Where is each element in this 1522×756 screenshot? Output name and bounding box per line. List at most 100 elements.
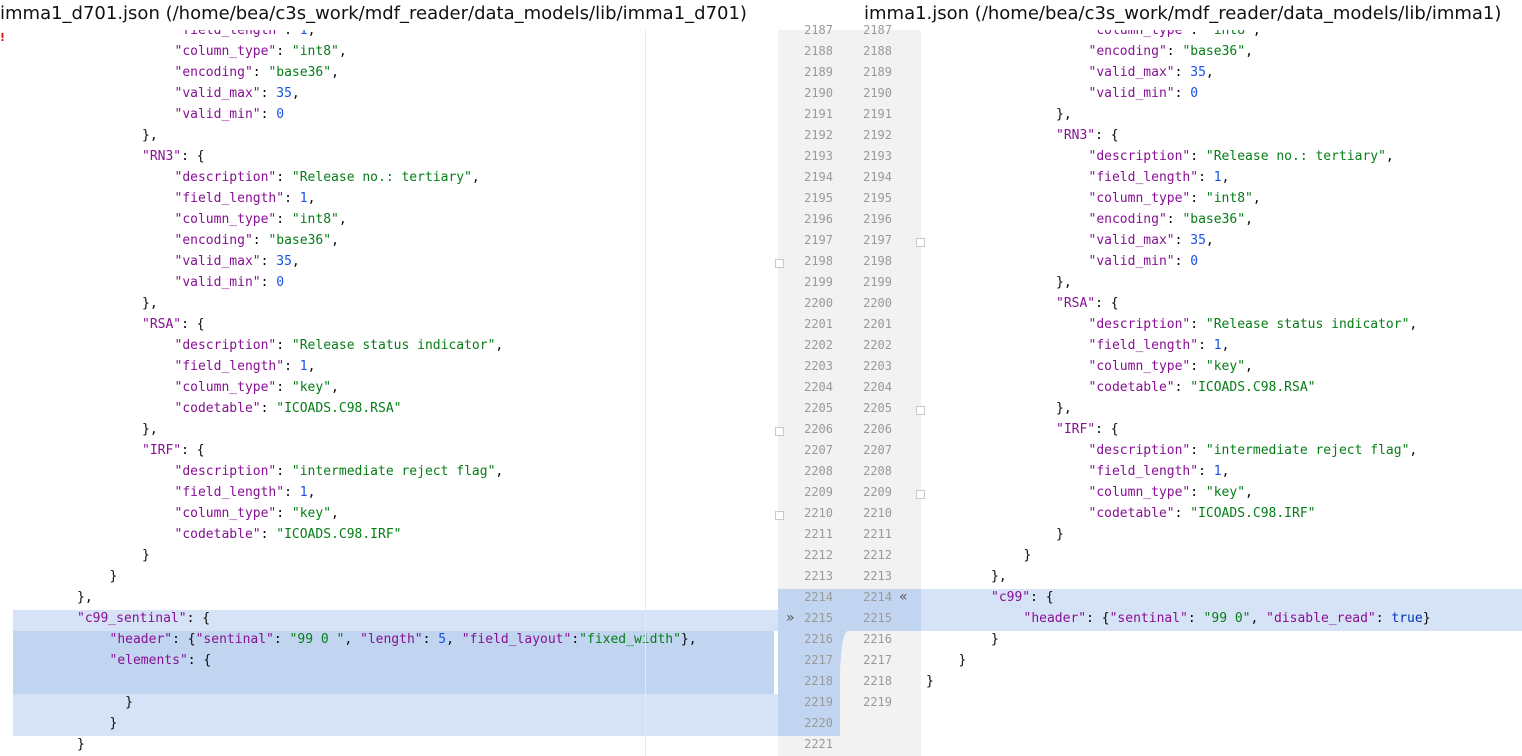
code-line: } xyxy=(1024,545,1032,566)
code-token: "IRF" xyxy=(1056,422,1096,437)
code-token: , xyxy=(1409,317,1418,332)
fold-marker-icon[interactable] xyxy=(775,511,784,520)
code-token: 35 xyxy=(1190,65,1206,80)
double-chevron-left-icon[interactable]: « xyxy=(899,589,908,605)
code-line: "valid_max": 35, xyxy=(175,83,300,104)
code-line: "RN3": { xyxy=(1056,125,1119,146)
code-line: } xyxy=(110,566,118,587)
code-token: , xyxy=(307,191,316,206)
line-number: 2201 xyxy=(863,317,892,331)
code-token: , xyxy=(338,212,347,227)
code-token: : xyxy=(276,380,292,395)
line-number: 2216 xyxy=(863,632,892,646)
code-token: 35 xyxy=(276,254,292,269)
code-token: , xyxy=(1245,485,1253,500)
code-token: "header" xyxy=(109,632,173,647)
line-number: 2204 xyxy=(863,380,892,394)
code-token: "description" xyxy=(1088,317,1191,332)
code-line: "field_length": 1, xyxy=(175,188,316,209)
code-line: }, xyxy=(142,293,158,314)
code-token: : { xyxy=(181,149,205,164)
code-line: "field_length": 1, xyxy=(175,482,316,503)
code-token: 0 xyxy=(276,275,285,290)
code-token: "column_type" xyxy=(1088,359,1191,374)
code-token: } xyxy=(142,548,150,563)
code-token: "encoding" xyxy=(174,233,253,248)
code-token: : xyxy=(1198,338,1214,353)
code-token: }, xyxy=(1056,401,1072,416)
code-token: : xyxy=(260,401,277,416)
code-token: "column_type" xyxy=(174,380,277,395)
line-number: 2202 xyxy=(863,338,892,352)
code-line: "column_type": "key", xyxy=(1089,356,1253,377)
left-file-title: imma1_d701.json (/home/bea/c3s_work/mdf_… xyxy=(0,3,747,24)
code-token: "codetable" xyxy=(1088,380,1175,395)
code-token: , xyxy=(1252,191,1261,206)
code-token: true xyxy=(1391,611,1423,626)
code-token: : { xyxy=(1095,296,1119,311)
code-token: "RSA" xyxy=(1056,296,1096,311)
code-token: 1 xyxy=(299,191,308,206)
fold-marker-icon[interactable] xyxy=(775,427,784,436)
code-token: "key" xyxy=(291,380,332,395)
code-line: "encoding": "base36", xyxy=(1089,41,1253,62)
line-number: 2200 xyxy=(863,296,892,310)
code-token: , xyxy=(495,464,504,479)
code-line: } xyxy=(959,650,967,671)
code-token: : { xyxy=(181,317,205,332)
code-token: : xyxy=(1190,359,1206,374)
code-token: , xyxy=(1221,170,1230,185)
code-line: "column_type": "int8", xyxy=(175,209,347,230)
code-token: : xyxy=(252,233,269,248)
code-token: 1 xyxy=(1213,464,1222,479)
code-token: } xyxy=(991,632,999,647)
line-number: 2194 xyxy=(863,170,892,184)
code-token: : xyxy=(276,464,292,479)
code-token: "valid_min" xyxy=(174,275,261,290)
code-token: : xyxy=(1190,443,1206,458)
code-token: : xyxy=(1190,191,1206,206)
code-line: "RSA": { xyxy=(142,314,205,335)
code-token: "int8" xyxy=(1205,191,1253,206)
code-token: }, xyxy=(77,590,93,605)
code-token: "99 0 " xyxy=(289,632,345,647)
code-line: "column_type": "key", xyxy=(175,503,339,524)
code-token: , xyxy=(1252,30,1261,38)
code-token: } xyxy=(926,674,934,689)
code-token: "valid_min" xyxy=(1088,86,1175,101)
code-token: "length" xyxy=(360,632,423,647)
code-token: , xyxy=(1205,233,1214,248)
code-token: : xyxy=(260,275,277,290)
fold-marker-icon[interactable] xyxy=(775,259,784,268)
code-token: : { xyxy=(181,443,205,458)
line-number: 2199 xyxy=(863,275,892,289)
code-line: } xyxy=(142,545,150,566)
code-token: "column_type" xyxy=(1088,30,1191,38)
code-token: "field_length" xyxy=(1088,170,1199,185)
code-token: 0 xyxy=(1190,254,1199,269)
code-token: : xyxy=(1198,464,1214,479)
line-number: 2209 xyxy=(863,485,892,499)
code-token: "codetable" xyxy=(174,401,261,416)
code-token: "ICOADS.C98.IRF" xyxy=(1190,506,1316,521)
code-token: "int8" xyxy=(1205,30,1253,38)
line-number: 2205 xyxy=(863,401,892,415)
right-editor-pane[interactable]: "column_type": "int8", "encoding": "base3… xyxy=(921,30,1522,756)
code-token: 1 xyxy=(299,485,308,500)
code-token: "disable_read" xyxy=(1266,611,1376,626)
code-token: 5 xyxy=(438,632,447,647)
code-token: , xyxy=(331,233,339,248)
double-chevron-right-icon[interactable]: » xyxy=(786,610,795,626)
code-line: "column_type": "key", xyxy=(175,377,339,398)
code-line: "description": "Release status indicator… xyxy=(175,335,504,356)
code-token: : xyxy=(1190,317,1206,332)
code-token: 35 xyxy=(276,86,292,101)
code-token: : xyxy=(273,632,290,647)
code-line: } xyxy=(77,734,85,755)
code-token: "int8" xyxy=(291,44,339,59)
code-token: "field_length" xyxy=(1088,464,1199,479)
code-token: : xyxy=(260,107,277,122)
code-line: "valid_min": 0 xyxy=(1089,83,1199,104)
left-editor-pane[interactable]: "field_length": 1, "column_type": "int8",… xyxy=(0,30,778,756)
code-token: : xyxy=(1174,86,1191,101)
